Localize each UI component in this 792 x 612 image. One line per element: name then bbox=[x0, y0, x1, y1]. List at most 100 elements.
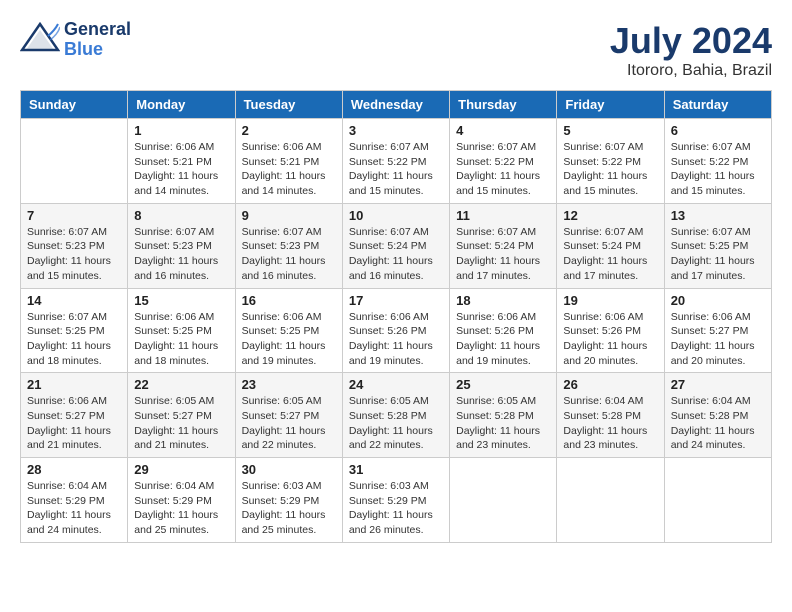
day-number: 2 bbox=[242, 123, 336, 138]
day-info: Sunrise: 6:05 AMSunset: 5:28 PMDaylight:… bbox=[456, 394, 550, 453]
col-sunday: Sunday bbox=[21, 91, 128, 119]
day-info: Sunrise: 6:07 AMSunset: 5:25 PMDaylight:… bbox=[671, 225, 765, 284]
daylight-text: Daylight: 11 hours and 17 minutes. bbox=[456, 255, 540, 282]
daylight-text: Daylight: 11 hours and 19 minutes. bbox=[349, 340, 433, 367]
day-info: Sunrise: 6:06 AMSunset: 5:26 PMDaylight:… bbox=[349, 310, 443, 369]
sunset-text: Sunset: 5:23 PM bbox=[27, 240, 105, 252]
day-number: 29 bbox=[134, 462, 228, 477]
sunrise-text: Sunrise: 6:04 AM bbox=[563, 395, 643, 407]
sunset-text: Sunset: 5:25 PM bbox=[27, 325, 105, 337]
sunrise-text: Sunrise: 6:06 AM bbox=[242, 141, 322, 153]
daylight-text: Daylight: 11 hours and 23 minutes. bbox=[563, 425, 647, 452]
daylight-text: Daylight: 11 hours and 17 minutes. bbox=[563, 255, 647, 282]
calendar-cell: 1 Sunrise: 6:06 AM Sunset: 5:21 PM Daylight… bbox=[128, 119, 235, 204]
day-number: 6 bbox=[671, 123, 765, 138]
day-number: 30 bbox=[242, 462, 336, 477]
sunset-text: Sunset: 5:26 PM bbox=[349, 325, 427, 337]
header-row: Sunday Monday Tuesday Wednesday Thursday… bbox=[21, 91, 772, 119]
day-info: Sunrise: 6:06 AMSunset: 5:27 PMDaylight:… bbox=[671, 310, 765, 369]
sunrise-text: Sunrise: 6:06 AM bbox=[456, 311, 536, 323]
calendar-cell: 14Sunrise: 6:07 AMSunset: 5:25 PMDayligh… bbox=[21, 288, 128, 373]
sunset-text: Sunset: 5:25 PM bbox=[134, 325, 212, 337]
sunrise-text: Sunrise: 6:07 AM bbox=[563, 226, 643, 238]
day-number: 19 bbox=[563, 293, 657, 308]
calendar-body: 1 Sunrise: 6:06 AM Sunset: 5:21 PM Daylight… bbox=[21, 119, 772, 543]
col-tuesday: Tuesday bbox=[235, 91, 342, 119]
calendar-cell: 13Sunrise: 6:07 AMSunset: 5:25 PMDayligh… bbox=[664, 203, 771, 288]
day-number: 28 bbox=[27, 462, 121, 477]
sunset-text: Sunset: 5:22 PM bbox=[349, 156, 427, 168]
day-info: Sunrise: 6:07 AMSunset: 5:23 PMDaylight:… bbox=[242, 225, 336, 284]
sunrise-text: Sunrise: 6:06 AM bbox=[242, 311, 322, 323]
page-subtitle: Itororo, Bahia, Brazil bbox=[610, 62, 772, 80]
day-number: 12 bbox=[563, 208, 657, 223]
day-info: Sunrise: 6:03 AMSunset: 5:29 PMDaylight:… bbox=[349, 479, 443, 538]
day-info: Sunrise: 6:06 AM Sunset: 5:21 PM Daylight:… bbox=[134, 140, 228, 199]
sunset-text: Sunset: 5:25 PM bbox=[242, 325, 320, 337]
day-info: Sunrise: 6:07 AMSunset: 5:24 PMDaylight:… bbox=[563, 225, 657, 284]
day-number: 9 bbox=[242, 208, 336, 223]
day-number: 1 bbox=[134, 123, 228, 138]
title-block: July 2024 Itororo, Bahia, Brazil bbox=[610, 20, 772, 80]
sunrise-text: Sunrise: 6:06 AM bbox=[134, 141, 214, 153]
calendar-cell: 22Sunrise: 6:05 AMSunset: 5:27 PMDayligh… bbox=[128, 373, 235, 458]
day-number: 7 bbox=[27, 208, 121, 223]
daylight-text: Daylight: 11 hours and 14 minutes. bbox=[134, 170, 218, 197]
calendar-cell: 5Sunrise: 6:07 AMSunset: 5:22 PMDaylight… bbox=[557, 119, 664, 204]
sunrise-text: Sunrise: 6:07 AM bbox=[456, 226, 536, 238]
day-info: Sunrise: 6:07 AMSunset: 5:22 PMDaylight:… bbox=[349, 140, 443, 199]
sunrise-text: Sunrise: 6:06 AM bbox=[134, 311, 214, 323]
daylight-text: Daylight: 11 hours and 24 minutes. bbox=[27, 509, 111, 536]
sunset-text: Sunset: 5:22 PM bbox=[456, 156, 534, 168]
calendar-cell bbox=[21, 119, 128, 204]
day-number: 25 bbox=[456, 377, 550, 392]
calendar-header: Sunday Monday Tuesday Wednesday Thursday… bbox=[21, 91, 772, 119]
day-info: Sunrise: 6:04 AMSunset: 5:29 PMDaylight:… bbox=[27, 479, 121, 538]
day-info: Sunrise: 6:06 AMSunset: 5:21 PMDaylight:… bbox=[242, 140, 336, 199]
day-info: Sunrise: 6:05 AMSunset: 5:27 PMDaylight:… bbox=[134, 394, 228, 453]
calendar-cell: 24Sunrise: 6:05 AMSunset: 5:28 PMDayligh… bbox=[342, 373, 449, 458]
day-info: Sunrise: 6:03 AMSunset: 5:29 PMDaylight:… bbox=[242, 479, 336, 538]
sunrise-text: Sunrise: 6:05 AM bbox=[134, 395, 214, 407]
daylight-text: Daylight: 11 hours and 21 minutes. bbox=[27, 425, 111, 452]
sunrise-text: Sunrise: 6:06 AM bbox=[27, 395, 107, 407]
sunrise-text: Sunrise: 6:07 AM bbox=[671, 226, 751, 238]
calendar-cell: 2 Sunrise: 6:06 AMSunset: 5:21 PMDaylight… bbox=[235, 119, 342, 204]
daylight-text: Daylight: 11 hours and 20 minutes. bbox=[671, 340, 755, 367]
day-number: 11 bbox=[456, 208, 550, 223]
sunrise-text: Sunrise: 6:07 AM bbox=[134, 226, 214, 238]
day-number: 21 bbox=[27, 377, 121, 392]
sunrise-text: Sunrise: 6:07 AM bbox=[456, 141, 536, 153]
day-info: Sunrise: 6:06 AMSunset: 5:27 PMDaylight:… bbox=[27, 394, 121, 453]
sunrise-text: Sunrise: 6:07 AM bbox=[671, 141, 751, 153]
sunset-text: Sunset: 5:28 PM bbox=[349, 410, 427, 422]
day-info: Sunrise: 6:07 AMSunset: 5:22 PMDaylight:… bbox=[563, 140, 657, 199]
sunrise-text: Sunrise: 6:07 AM bbox=[349, 141, 429, 153]
day-number: 3 bbox=[349, 123, 443, 138]
calendar-cell: 31Sunrise: 6:03 AMSunset: 5:29 PMDayligh… bbox=[342, 458, 449, 543]
calendar-cell: 9Sunrise: 6:07 AMSunset: 5:23 PMDaylight… bbox=[235, 203, 342, 288]
daylight-text: Daylight: 11 hours and 25 minutes. bbox=[242, 509, 326, 536]
daylight-text: Daylight: 11 hours and 22 minutes. bbox=[242, 425, 326, 452]
col-wednesday: Wednesday bbox=[342, 91, 449, 119]
calendar-cell: 10Sunrise: 6:07 AMSunset: 5:24 PMDayligh… bbox=[342, 203, 449, 288]
calendar-cell: 26Sunrise: 6:04 AMSunset: 5:28 PMDayligh… bbox=[557, 373, 664, 458]
logo-icon bbox=[20, 22, 60, 57]
sunset-text: Sunset: 5:21 PM bbox=[134, 156, 212, 168]
day-number: 20 bbox=[671, 293, 765, 308]
day-number: 26 bbox=[563, 377, 657, 392]
day-number: 18 bbox=[456, 293, 550, 308]
sunrise-text: Sunrise: 6:07 AM bbox=[242, 226, 322, 238]
daylight-text: Daylight: 11 hours and 15 minutes. bbox=[671, 170, 755, 197]
daylight-text: Daylight: 11 hours and 20 minutes. bbox=[563, 340, 647, 367]
daylight-text: Daylight: 11 hours and 24 minutes. bbox=[671, 425, 755, 452]
sunset-text: Sunset: 5:23 PM bbox=[242, 240, 320, 252]
daylight-text: Daylight: 11 hours and 19 minutes. bbox=[242, 340, 326, 367]
daylight-text: Daylight: 11 hours and 15 minutes. bbox=[563, 170, 647, 197]
calendar-cell: 6Sunrise: 6:07 AMSunset: 5:22 PMDaylight… bbox=[664, 119, 771, 204]
sunrise-text: Sunrise: 6:06 AM bbox=[563, 311, 643, 323]
day-number: 27 bbox=[671, 377, 765, 392]
daylight-text: Daylight: 11 hours and 15 minutes. bbox=[456, 170, 540, 197]
calendar-cell: 27Sunrise: 6:04 AMSunset: 5:28 PMDayligh… bbox=[664, 373, 771, 458]
daylight-text: Daylight: 11 hours and 21 minutes. bbox=[134, 425, 218, 452]
